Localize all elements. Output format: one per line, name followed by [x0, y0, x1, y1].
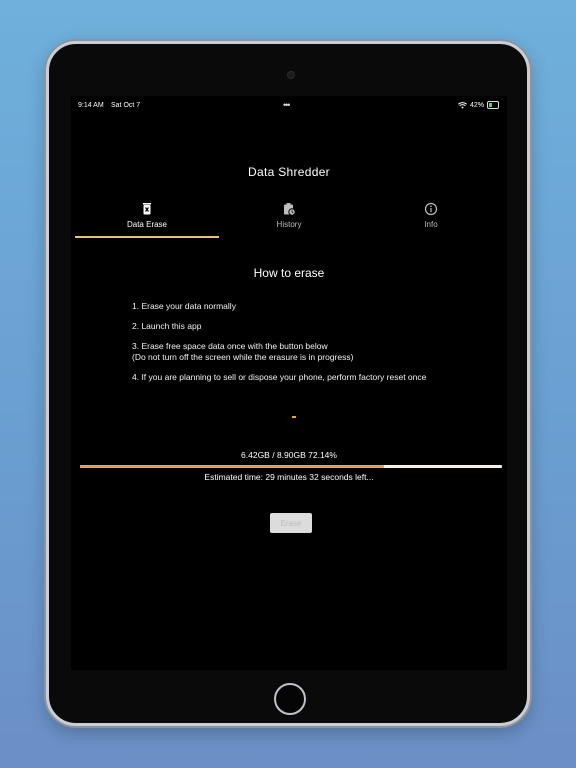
tab-history[interactable]: History	[217, 196, 361, 236]
battery-percent: 42%	[469, 101, 484, 109]
active-tab-indicator	[75, 236, 219, 238]
progress-bar	[80, 465, 502, 468]
erase-button[interactable]: Erase	[270, 513, 312, 533]
instruction-step: 2. Launch this app	[132, 321, 202, 331]
tab-label-data-erase: Data Erase	[126, 220, 168, 229]
progress-label: 6.42GB / 8.90GB 72.14%	[241, 450, 337, 460]
home-button[interactable]	[274, 683, 306, 715]
ipad-frame: 9:14 AM Sat Oct 7 ••• 42% Data Shredder	[46, 41, 530, 726]
instruction-step: 4. If you are planning to sell or dispos…	[132, 372, 427, 382]
info-icon	[424, 202, 438, 216]
trash-icon	[143, 203, 151, 215]
tab-info[interactable]: Info	[359, 196, 503, 236]
section-heading: How to erase	[253, 266, 325, 280]
status-date: Sat Oct 7	[111, 102, 141, 109]
app-title: Data Shredder	[248, 165, 330, 179]
battery-icon	[487, 101, 499, 109]
app-screen: 9:14 AM Sat Oct 7 ••• 42% Data Shredder	[71, 96, 507, 670]
activity-indicator	[292, 416, 296, 418]
tab-bar: Data Erase History Info	[71, 196, 507, 242]
status-bar: 9:14 AM Sat Oct 7 ••• 42%	[71, 100, 507, 114]
status-time: 9:14 AM	[78, 102, 104, 109]
clipboard-clock-icon	[284, 203, 296, 216]
status-right: 42%	[458, 101, 499, 109]
multitask-dots[interactable]: •••	[283, 100, 291, 110]
instruction-note: (Do not turn off the screen while the er…	[132, 352, 354, 362]
tab-label-info: Info	[424, 220, 438, 229]
estimated-time: Estimated time: 29 minutes 32 seconds le…	[204, 472, 374, 482]
progress-bar-fill	[80, 465, 385, 468]
tab-data-erase[interactable]: Data Erase	[75, 196, 219, 236]
tab-label-history: History	[276, 220, 302, 229]
instructions-list: 1. Erase your data normally 2. Launch th…	[132, 301, 502, 392]
instruction-step: 1. Erase your data normally	[132, 301, 236, 311]
instruction-step: 3. Erase free space data once with the b…	[132, 341, 328, 351]
wifi-icon	[458, 101, 467, 109]
front-camera	[287, 71, 295, 79]
